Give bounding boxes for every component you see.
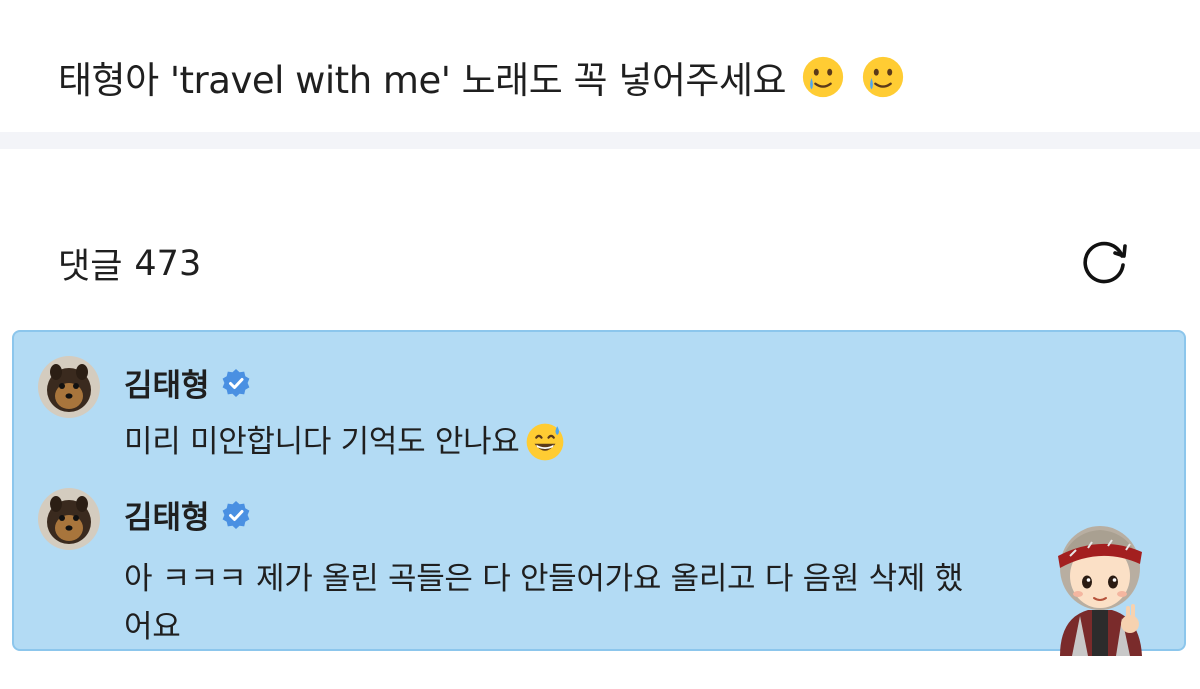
post-text: 태형아 'travel with me' 노래도 꼭 넣어주세요 <box>58 50 906 104</box>
comments-header: 댓글 473 <box>58 238 201 289</box>
verified-badge-icon <box>222 368 249 397</box>
post-text-content: 태형아 'travel with me' 노래도 꼭 넣어주세요 <box>58 59 787 102</box>
avatar-image <box>38 356 100 418</box>
comment-author: 김태형 <box>124 492 252 537</box>
refresh-icon[interactable] <box>1078 234 1132 288</box>
comment-author: 김태형 <box>124 360 252 405</box>
verified-badge-icon <box>222 500 249 529</box>
comment-text: 아 ㅋㅋㅋ 제가 올린 곡들은 다 안들어가요 올리고 다 음원 삭제 했어요 <box>124 555 984 651</box>
avatar[interactable] <box>38 488 100 550</box>
comment-text-content: 아 ㅋㅋㅋ 제가 올린 곡들은 다 안들어가요 올리고 다 음원 삭제 했어요 <box>124 561 963 645</box>
character-sticker-icon <box>1058 526 1142 656</box>
comments-count: 473 <box>134 243 202 284</box>
smiling-face-with-tear-icon <box>862 56 904 98</box>
comment-text-content: 미리 미안합니다 기억도 안나요 <box>124 424 520 460</box>
avatar[interactable] <box>38 356 100 418</box>
author-name: 김태형 <box>124 500 210 536</box>
grinning-face-with-sweat-icon <box>526 423 563 461</box>
avatar-image <box>38 488 100 550</box>
section-divider <box>0 132 1200 149</box>
author-name: 김태형 <box>124 368 210 404</box>
smiling-face-with-tear-icon <box>802 56 844 98</box>
comment-text: 미리 미안합니다 기억도 안나요 <box>124 418 566 466</box>
comments-label: 댓글 <box>58 247 123 287</box>
